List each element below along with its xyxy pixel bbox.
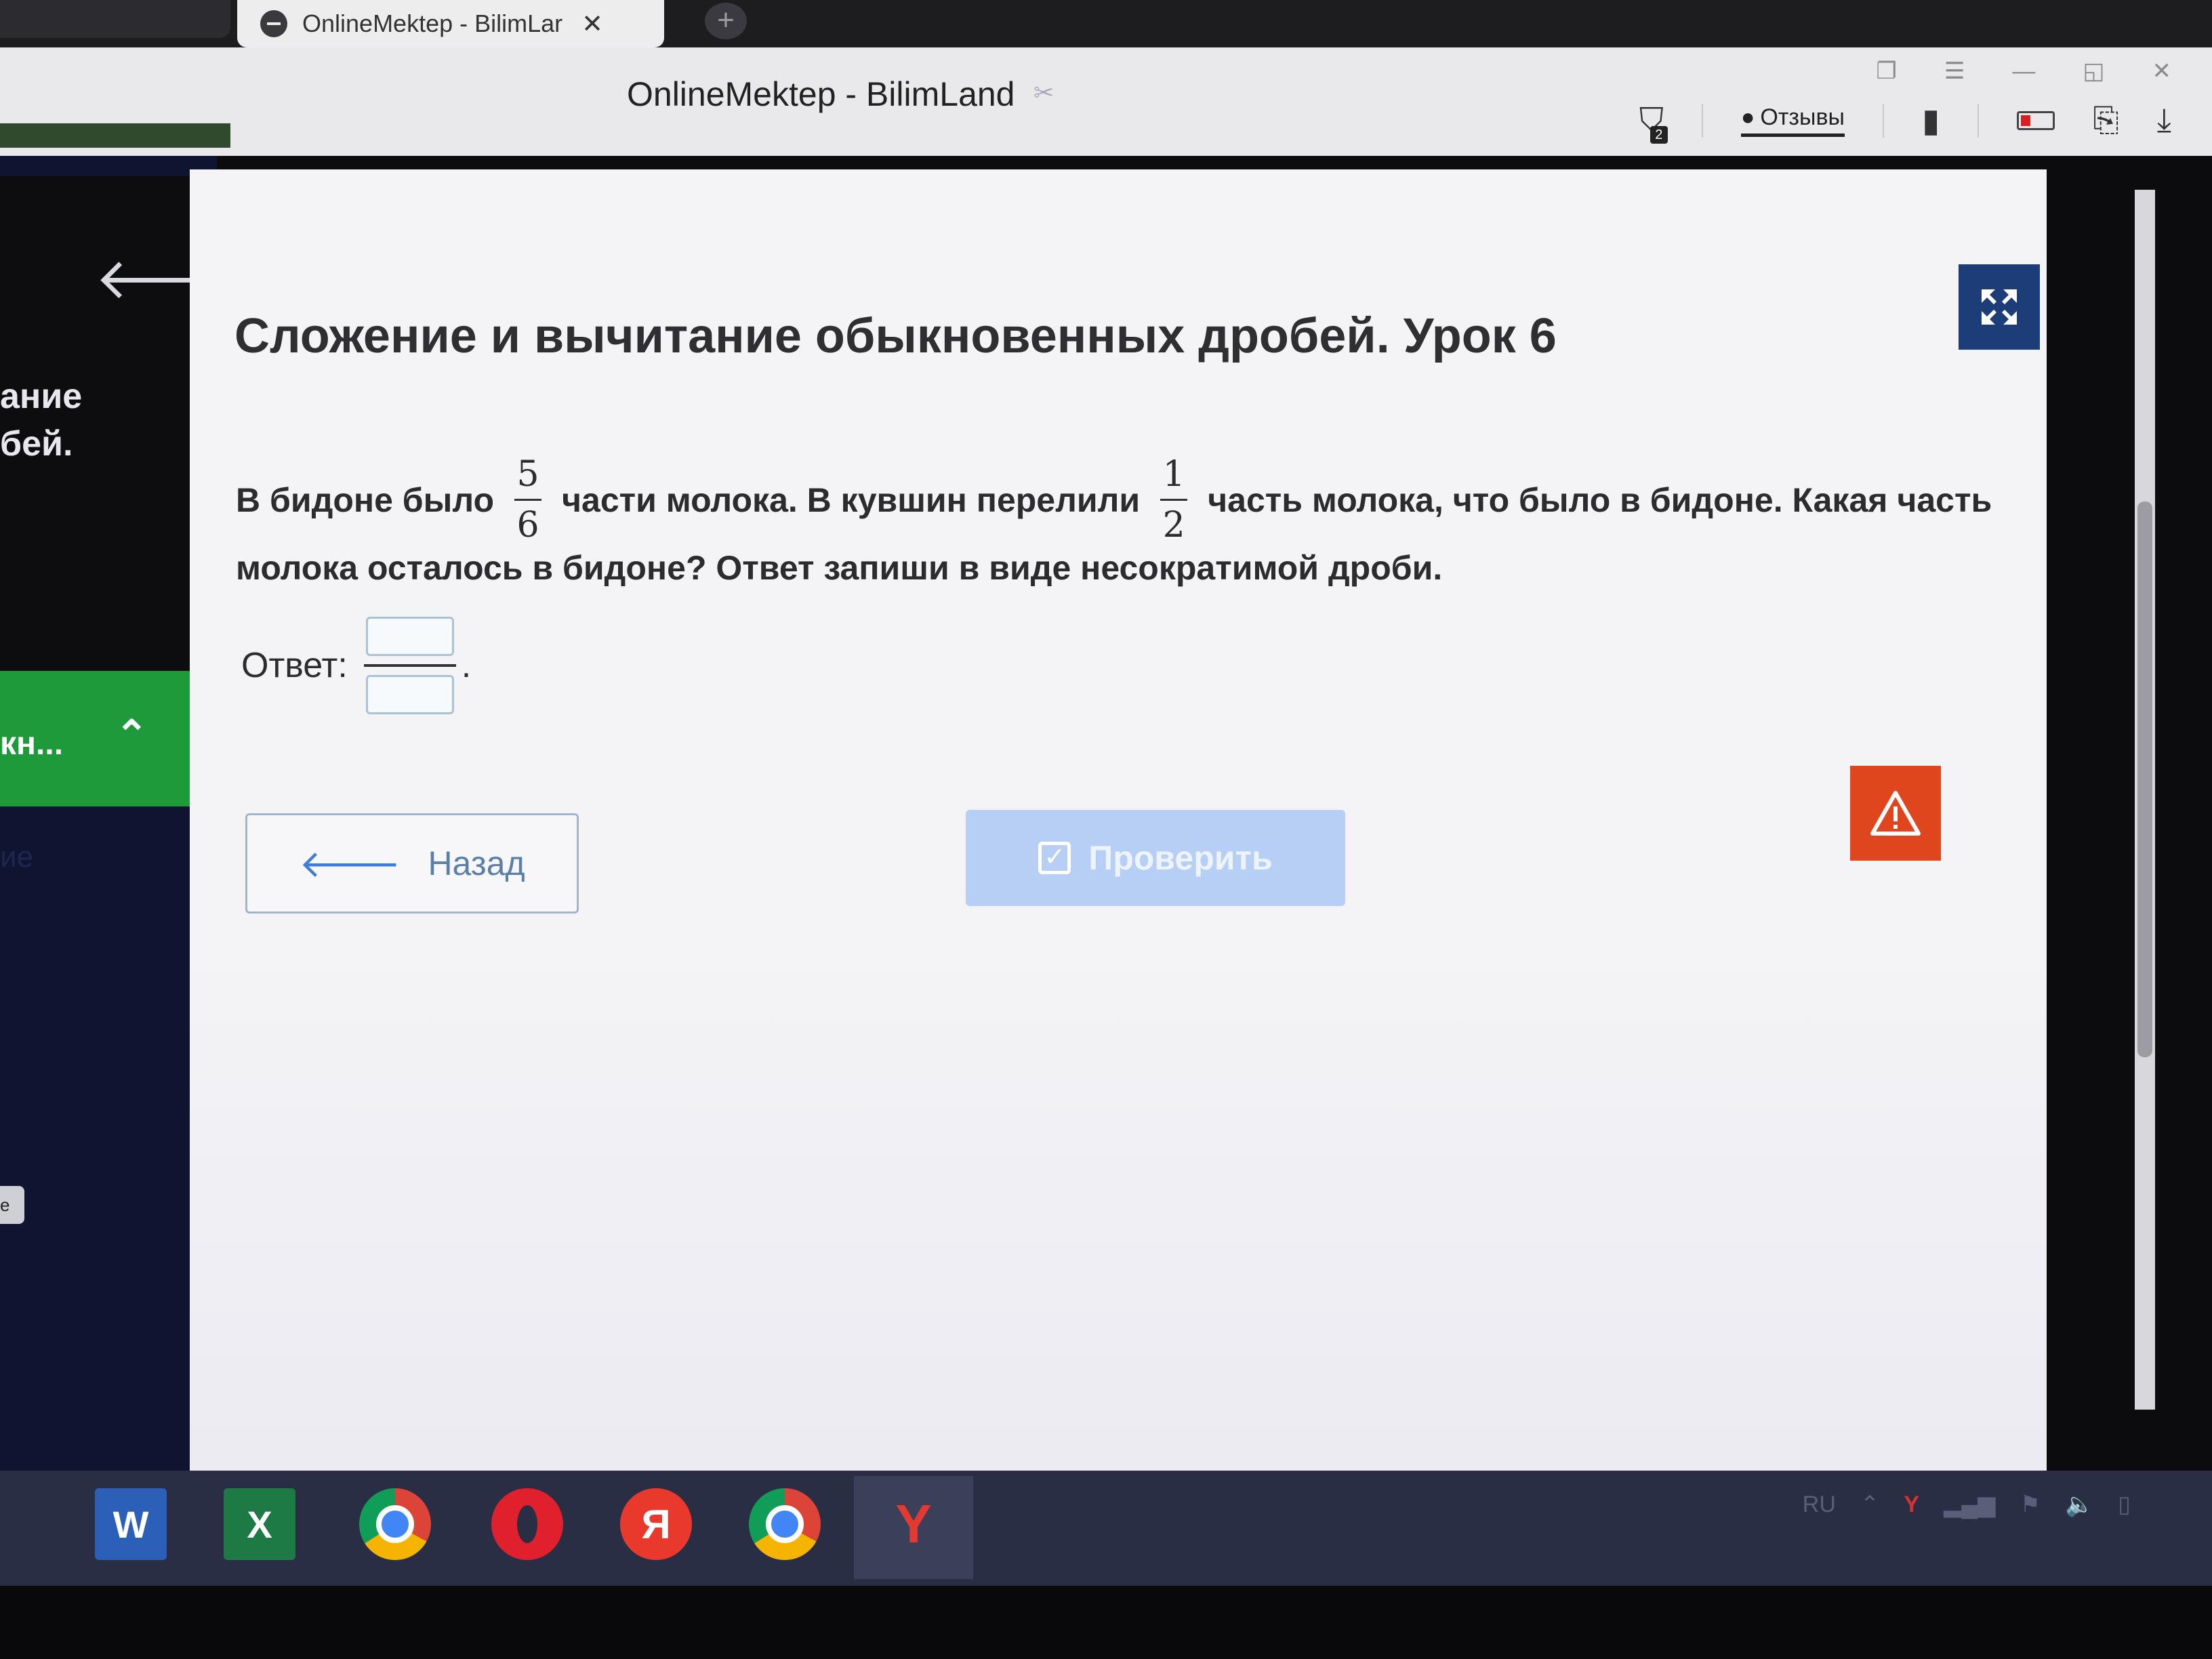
fraction-five-sixths: 5 6 bbox=[514, 454, 542, 546]
fullscreen-button[interactable] bbox=[1959, 264, 2040, 350]
minimize-icon[interactable]: — bbox=[2012, 58, 2035, 85]
checkbox-icon: ✓ bbox=[1038, 842, 1071, 874]
battery-icon[interactable] bbox=[2017, 111, 2055, 130]
collections-icon[interactable]: ⎘ bbox=[2093, 102, 2118, 140]
fraction-one-half: 1 2 bbox=[1160, 454, 1188, 546]
yandex-tray-icon[interactable]: Y bbox=[1904, 1492, 1919, 1518]
sidebar-item-faint[interactable]: ие bbox=[0, 840, 33, 874]
browser-tab-active[interactable]: OnlineMektep - BilimLar ✕ bbox=[237, 0, 664, 47]
system-tray: RU ⌃ Y ▂▄▆ ⚑ 🔈 ▯ bbox=[1803, 1491, 2131, 1518]
warning-icon bbox=[1870, 791, 1921, 836]
window-title[interactable]: OnlineMektep - BilimLand bbox=[627, 75, 1015, 114]
sidebar-header: 🡐 ание бей. bbox=[0, 176, 247, 671]
protect-tabs-icon[interactable]: ⛉ 2 bbox=[1639, 102, 1668, 144]
chrome-icon[interactable] bbox=[749, 1488, 821, 1560]
question-part-2: части молока. В кувшин перелили bbox=[562, 480, 1141, 519]
answer-label: Ответ: bbox=[241, 646, 348, 685]
toolbar-icons: ⛉ 2 ● Отзывы ▮ ⎘ ⤓ bbox=[1639, 102, 2171, 144]
question-part-1: В бидоне было bbox=[236, 480, 495, 519]
network-icon[interactable]: ▂▄▆ bbox=[1944, 1491, 1995, 1518]
speech-bubble-icon: ● bbox=[1740, 104, 1755, 130]
expand-icon bbox=[1982, 289, 2017, 325]
language-indicator[interactable]: RU bbox=[1803, 1492, 1836, 1518]
fraction-numerator: 5 bbox=[516, 454, 539, 495]
monitor-bezel bbox=[0, 1586, 2212, 1659]
tray-chevron-icon[interactable]: ⌃ bbox=[1860, 1491, 1880, 1518]
fraction-bar bbox=[363, 664, 456, 667]
reviews-label: Отзывы bbox=[1760, 104, 1845, 130]
new-tab-button[interactable]: + bbox=[705, 3, 747, 39]
reviews-button[interactable]: ● Отзывы bbox=[1740, 104, 1845, 137]
chevron-up-icon[interactable]: ⌃ bbox=[115, 712, 148, 758]
browser-tabstrip: OnlineMektep - BilimLar ✕ + bbox=[0, 0, 2212, 47]
bookmark-icon[interactable]: ▮ bbox=[1922, 102, 1940, 140]
back-button-label: Назад bbox=[428, 844, 525, 882]
answer-fraction bbox=[363, 617, 456, 714]
site-favicon-icon bbox=[260, 10, 287, 37]
volume-icon[interactable]: 🔈 bbox=[2065, 1491, 2093, 1518]
question-text: В бидоне было 5 6 части молока. В кувшин… bbox=[236, 454, 2011, 600]
back-button[interactable]: 🡐 Назад bbox=[245, 813, 579, 914]
tab-title: OnlineMektep - BilimLar bbox=[302, 9, 563, 37]
toolbar-divider bbox=[1701, 104, 1703, 138]
page-scrollbar[interactable] bbox=[2135, 190, 2155, 1410]
check-button-label: Проверить bbox=[1088, 839, 1273, 877]
answer-period: . bbox=[461, 646, 472, 685]
lesson-content: Сложение и вычитание обыкновенных дробей… bbox=[190, 169, 2047, 1498]
download-icon[interactable]: ⤓ bbox=[2157, 102, 2171, 140]
browser-tab-inactive[interactable] bbox=[0, 0, 230, 38]
question-line-2: молока осталось в бидоне? Ответ запиши в… bbox=[236, 549, 1443, 587]
report-problem-button[interactable] bbox=[1850, 766, 1941, 861]
chrome-icon[interactable] bbox=[359, 1488, 431, 1560]
browser-toolbar: ❐ ☰ — ◱ ✕ OnlineMektep - BilimLand ✂ ⛉ 2 … bbox=[0, 47, 2212, 156]
question-part-3: часть молока, что было в бидоне. Какая ч… bbox=[1208, 480, 1992, 519]
fraction-numerator: 1 bbox=[1162, 454, 1185, 495]
scrollbar-thumb[interactable] bbox=[2137, 501, 2152, 1057]
toolbar-divider bbox=[1882, 104, 1884, 138]
page-status-icon: ✂ bbox=[1033, 79, 1054, 106]
window-close-icon[interactable]: ✕ bbox=[2152, 58, 2172, 85]
windows-taskbar: W X Я Y RU ⌃ Y ▂▄▆ ⚑ 🔈 ▯ bbox=[0, 1471, 2212, 1586]
progress-strip bbox=[0, 123, 230, 148]
excel-icon[interactable]: X bbox=[224, 1488, 295, 1560]
tabs-count-badge: 2 bbox=[1650, 126, 1668, 144]
sidebar-section-label: кн... bbox=[0, 726, 64, 762]
numerator-input[interactable] bbox=[365, 617, 454, 656]
lesson-sidebar: 🡐 ание бей. кн... ⌃ ие е bbox=[0, 156, 247, 1511]
toolbar-divider bbox=[1978, 104, 1980, 138]
flag-icon[interactable]: ⚑ bbox=[2020, 1491, 2040, 1518]
denominator-input[interactable] bbox=[365, 675, 454, 714]
tabs-overview-icon[interactable]: ❐ bbox=[1876, 58, 1896, 85]
check-button[interactable]: ✓ Проверить bbox=[966, 810, 1345, 906]
window-controls: ❐ ☰ — ◱ ✕ bbox=[1876, 47, 2171, 95]
yandex-icon[interactable]: Я bbox=[620, 1488, 692, 1560]
menu-icon[interactable]: ☰ bbox=[1944, 58, 1965, 85]
yandex-browser-icon[interactable]: Y bbox=[878, 1488, 949, 1560]
opera-icon[interactable] bbox=[491, 1488, 563, 1560]
close-tab-icon[interactable]: ✕ bbox=[581, 9, 603, 39]
sidebar-lesson-title: ание бей. bbox=[0, 377, 83, 464]
sidebar-pill[interactable]: е bbox=[0, 1186, 24, 1224]
battery-tray-icon[interactable]: ▯ bbox=[2118, 1491, 2131, 1518]
arrow-left-icon: 🡐 bbox=[299, 842, 401, 885]
page-title: Сложение и вычитание обыкновенных дробей… bbox=[234, 309, 1557, 363]
word-icon[interactable]: W bbox=[95, 1488, 167, 1560]
sidebar-section-active[interactable]: кн... ⌃ bbox=[0, 671, 201, 806]
restore-icon[interactable]: ◱ bbox=[2083, 58, 2104, 85]
answer-row: Ответ: . bbox=[241, 617, 471, 714]
